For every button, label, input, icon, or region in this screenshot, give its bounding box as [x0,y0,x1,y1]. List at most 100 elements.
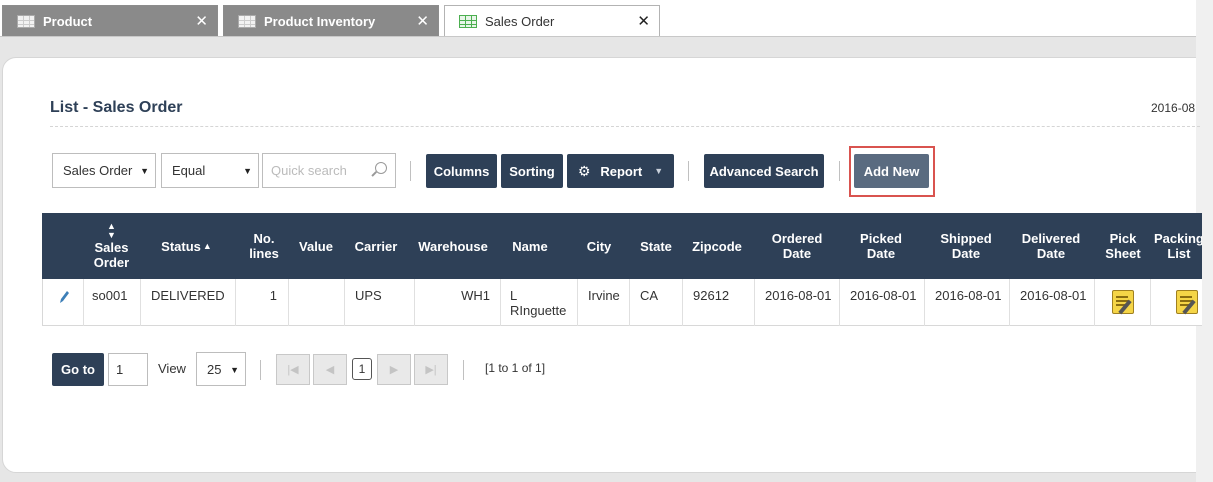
sort-icon[interactable]: ▲ ▼ [107,222,116,240]
quick-search-placeholder: Quick search [271,163,347,178]
header-status[interactable]: Status ▲ [139,213,234,279]
caret-down-icon: ▼ [654,166,664,176]
pager-divider [260,360,261,380]
pager-divider [463,360,464,380]
header-label: Picked Date [860,231,902,261]
go-to-label: Go to [61,362,95,377]
grid-icon [459,15,477,28]
sorting-label: Sorting [509,163,555,179]
toolbar-divider [410,161,411,181]
go-to-button[interactable]: Go to [52,353,104,386]
header-ordered-date: Ordered Date [759,213,835,279]
report-button[interactable]: ⚙ Report ▼ [567,154,674,188]
table-header: ▲ ▼ Sales Order Status ▲ No. lines Value … [42,213,1202,279]
header-packing-list: Packing List [1154,213,1202,279]
tab-product-inventory[interactable]: Product Inventory ✕ [223,5,439,36]
cell-value [289,279,345,326]
header-label: Name [512,238,548,254]
header-picked-date: Picked Date [843,213,919,279]
header-pick-sheet: Pick Sheet [1100,213,1146,279]
header-warehouse: Warehouse [412,213,494,279]
header-no-lines: No. lines [239,213,289,279]
close-icon[interactable]: ✕ [637,12,650,30]
search-field-value: Sales Order [63,163,133,178]
header-label: Packing List [1154,231,1202,261]
header-sales-order[interactable]: ▲ ▼ Sales Order [84,213,139,279]
page-size-select[interactable]: 25 ▼ [196,352,246,386]
first-page-button[interactable]: |◀ [276,354,310,385]
cell-delivered-date: 2016-08-01 [1010,279,1095,326]
header-city: City [579,213,619,279]
cell-no-lines: 1 [236,279,289,326]
page-number-input[interactable]: 1 [108,353,148,386]
first-page-icon: |◀ [287,364,299,376]
quick-search-input[interactable]: Quick search [262,153,396,188]
cell-picked-date: 2016-08-01 [840,279,925,326]
sorting-button[interactable]: Sorting [501,154,563,188]
add-new-label: Add New [863,163,920,179]
header-label: City [586,238,612,254]
header-date: 2016-08 [1151,101,1196,115]
cell-carrier: UPS [345,279,415,326]
tab-label: Product Inventory [264,13,376,29]
close-icon[interactable]: ✕ [195,12,208,30]
header-label: Zipcode [692,238,742,254]
tab-label: Product [43,13,93,29]
advanced-search-button[interactable]: Advanced Search [704,154,824,188]
columns-button[interactable]: Columns [426,154,497,188]
cell-warehouse: WH1 [415,279,501,326]
table-row[interactable]: so001 DELIVERED 1 UPS WH1 L RInguette Ir… [42,279,1202,326]
caret-down-icon: ▼ [243,166,252,176]
cell-shipped-date: 2016-08-01 [925,279,1010,326]
packing-list-icon[interactable] [1176,290,1198,314]
caret-down-icon: ▼ [140,166,149,176]
operator-value: Equal [172,163,206,178]
sort-icon[interactable]: ▲ [203,239,212,254]
next-page-button[interactable]: ▶ [377,354,411,385]
prev-page-icon: ◀ [325,364,335,376]
tab-product[interactable]: Product ✕ [2,5,218,36]
tab-sales-order[interactable]: Sales Order ✕ [444,5,660,37]
last-page-button[interactable]: ▶| [414,354,448,385]
gear-icon: ⚙ [577,162,591,179]
add-new-button[interactable]: Add New [854,154,929,188]
cell-ordered-date: 2016-08-01 [755,279,840,326]
next-page-icon: ▶ [389,364,399,376]
header-label: Delivered Date [1021,231,1081,261]
search-field-select[interactable]: Sales Order ▼ [52,153,156,188]
cell-state: CA [630,279,683,326]
header-carrier: Carrier [343,213,409,279]
close-icon[interactable]: ✕ [416,12,429,30]
cell-sales-order[interactable]: so001 [84,279,141,326]
prev-page-button[interactable]: ◀ [313,354,347,385]
operator-select[interactable]: Equal ▼ [161,153,259,188]
header-label: Status [161,238,201,254]
tab-label: Sales Order [485,14,555,29]
search-icon[interactable] [375,162,387,174]
grid-icon [238,14,256,28]
columns-label: Columns [433,163,490,179]
page-size-value: 25 [207,361,222,377]
title-divider [50,126,1200,127]
cell-status: DELIVERED [141,279,236,326]
header-label: Sales Order [93,240,130,270]
header-label: No. lines [249,231,279,261]
pick-sheet-icon[interactable] [1112,290,1134,314]
tab-divider [0,36,1196,37]
header-label: State [640,238,672,254]
tab-bar: Product ✕ Product Inventory ✕ Sales Orde… [0,0,1213,37]
header-label: Pick Sheet [1105,231,1141,261]
cell-pick-sheet [1095,279,1151,326]
header-zipcode: Zipcode [687,213,747,279]
pencil-icon[interactable] [60,290,70,304]
header-label: Carrier [354,238,398,254]
report-label: Report [600,163,643,179]
header-label: Shipped Date [940,231,992,261]
toolbar-divider [688,161,689,181]
last-page-icon: ▶| [425,364,437,376]
current-page-indicator[interactable]: 1 [352,358,372,380]
grid-icon [17,14,35,28]
header-state: State [636,213,676,279]
header-label: Ordered Date [771,231,823,261]
page-number-value: 1 [116,362,124,377]
